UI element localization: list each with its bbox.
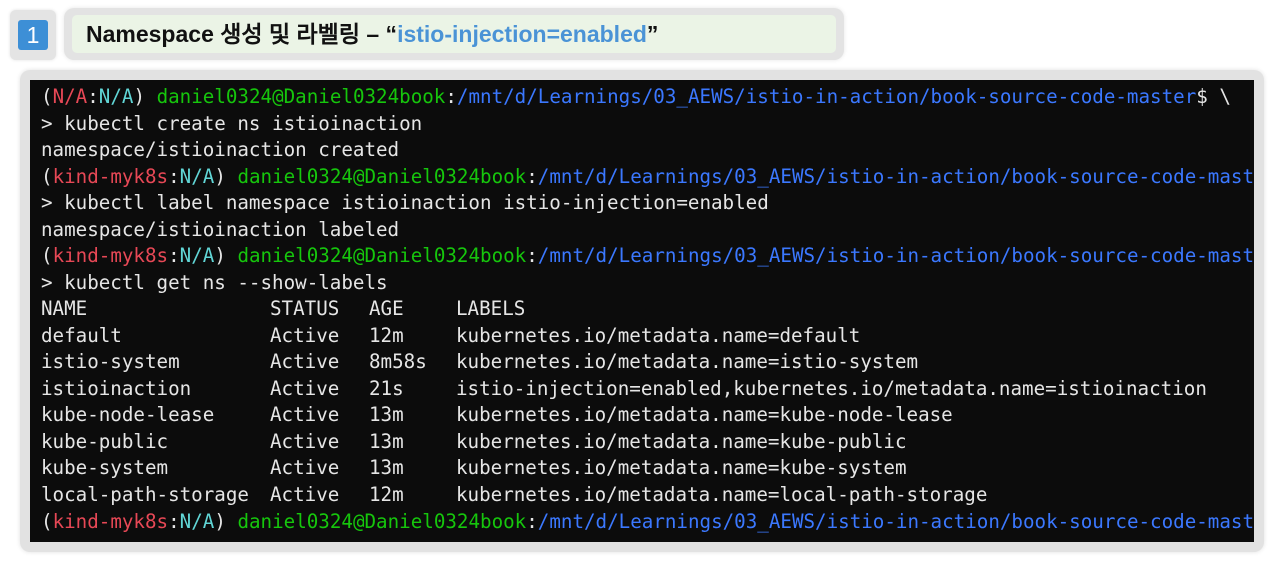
ns-age: 12m xyxy=(369,483,404,506)
table-row: kube-node-lease Active 13m kubernetes.io… xyxy=(41,402,953,428)
command-line: > kubectl get ns --show-labels xyxy=(41,271,388,294)
user-host: daniel0324@Daniel0324book xyxy=(237,244,527,267)
command-line: > kubectl create ns istioinaction xyxy=(41,112,423,135)
ns-age: 13m xyxy=(369,403,404,426)
working-directory: /mnt/d/Learnings/03_AEWS/istio-in-action… xyxy=(537,165,1254,188)
shell-prompt: (kind-myk8s:N/A) daniel0324@Daniel0324bo… xyxy=(41,509,1254,535)
ns-status: Active xyxy=(270,456,340,479)
shell-prompt: (kind-myk8s:N/A) daniel0324@Daniel0324bo… xyxy=(41,243,1254,269)
ns-labels: kubernetes.io/metadata.name=default xyxy=(456,324,861,347)
ns-name: default xyxy=(41,324,122,347)
table-row: istioinaction Active 21s istio-injection… xyxy=(41,376,1207,402)
ns-labels: kubernetes.io/metadata.name=istio-system xyxy=(456,350,919,373)
ns-status: Active xyxy=(270,430,340,453)
terminal-window[interactable]: (N/A:N/A) daniel0324@Daniel0324book:/mnt… xyxy=(30,80,1254,542)
ns-labels: kubernetes.io/metadata.name=kube-public xyxy=(456,430,907,453)
working-directory: /mnt/d/Learnings/03_AEWS/istio-in-action… xyxy=(537,244,1254,267)
kube-context: N/A xyxy=(52,85,88,108)
table-header-row: NAME STATUS AGE LABELS xyxy=(41,296,525,322)
terminal-frame: (N/A:N/A) daniel0324@Daniel0324book:/mnt… xyxy=(20,70,1264,552)
ns-name: istioinaction xyxy=(41,377,192,400)
ns-status: Active xyxy=(270,483,340,506)
ns-status: Active xyxy=(270,350,340,373)
shell-prompt: (kind-myk8s:N/A) daniel0324@Daniel0324bo… xyxy=(41,164,1254,190)
kube-context: kind-myk8s xyxy=(52,165,169,188)
column-header-status: STATUS xyxy=(270,297,340,320)
ns-status: Active xyxy=(270,377,340,400)
ns-status: Active xyxy=(270,403,340,426)
ns-labels: istio-injection=enabled,kubernetes.io/me… xyxy=(456,377,1207,400)
ns-labels: kubernetes.io/metadata.name=kube-node-le… xyxy=(456,403,953,426)
table-row: kube-public Active 13m kubernetes.io/met… xyxy=(41,429,907,455)
kube-namespace: N/A xyxy=(179,510,215,533)
command-output: namespace/istioinaction created xyxy=(41,138,400,161)
ns-name: local-path-storage xyxy=(41,483,249,506)
title-highlight: istio-injection=enabled xyxy=(397,21,647,47)
table-row: kube-system Active 13m kubernetes.io/met… xyxy=(41,455,907,481)
ns-age: 12m xyxy=(369,324,404,347)
shell-prompt: (N/A:N/A) daniel0324@Daniel0324book:/mnt… xyxy=(41,85,1231,108)
ns-age: 21s xyxy=(369,377,404,400)
working-directory: /mnt/d/Learnings/03_AEWS/istio-in-action… xyxy=(537,510,1254,533)
user-host: daniel0324@Daniel0324book xyxy=(237,510,527,533)
column-header-name: NAME xyxy=(41,297,88,320)
ns-age: 13m xyxy=(369,430,404,453)
command-output: namespace/istioinaction labeled xyxy=(41,218,400,241)
kube-context: kind-myk8s xyxy=(52,510,169,533)
page-title: Namespace 생성 및 라벨링 – “istio-injection=en… xyxy=(72,15,836,53)
user-host: daniel0324@Daniel0324book xyxy=(156,85,446,108)
title-suffix: ” xyxy=(646,21,659,47)
kube-namespace: N/A xyxy=(179,165,215,188)
table-row: istio-system Active 8m58s kubernetes.io/… xyxy=(41,349,918,375)
step-number: 1 xyxy=(18,20,48,50)
user-host: daniel0324@Daniel0324book xyxy=(237,165,527,188)
table-row: local-path-storage Active 12m kubernetes… xyxy=(41,482,987,508)
ns-name: kube-node-lease xyxy=(41,403,215,426)
kube-namespace: N/A xyxy=(98,85,134,108)
kube-namespace: N/A xyxy=(179,244,215,267)
kube-context: kind-myk8s xyxy=(52,244,169,267)
column-header-labels: LABELS xyxy=(456,297,526,320)
working-directory: /mnt/d/Learnings/03_AEWS/istio-in-action… xyxy=(456,85,1197,108)
ns-labels: kubernetes.io/metadata.name=local-path-s… xyxy=(456,483,988,506)
ns-labels: kubernetes.io/metadata.name=kube-system xyxy=(456,456,907,479)
title-prefix: Namespace 생성 및 라벨링 – “ xyxy=(86,21,398,47)
table-row: default Active 12m kubernetes.io/metadat… xyxy=(41,323,860,349)
title-box: Namespace 생성 및 라벨링 – “istio-injection=en… xyxy=(64,8,844,60)
step-badge: 1 xyxy=(10,10,56,60)
ns-status: Active xyxy=(270,324,340,347)
ns-name: kube-public xyxy=(41,430,169,453)
column-header-age: AGE xyxy=(369,297,404,320)
ns-age: 8m58s xyxy=(369,350,427,373)
ns-name: istio-system xyxy=(41,350,180,373)
ns-age: 13m xyxy=(369,456,404,479)
command-line: > kubectl label namespace istioinaction … xyxy=(41,191,769,214)
ns-name: kube-system xyxy=(41,456,169,479)
